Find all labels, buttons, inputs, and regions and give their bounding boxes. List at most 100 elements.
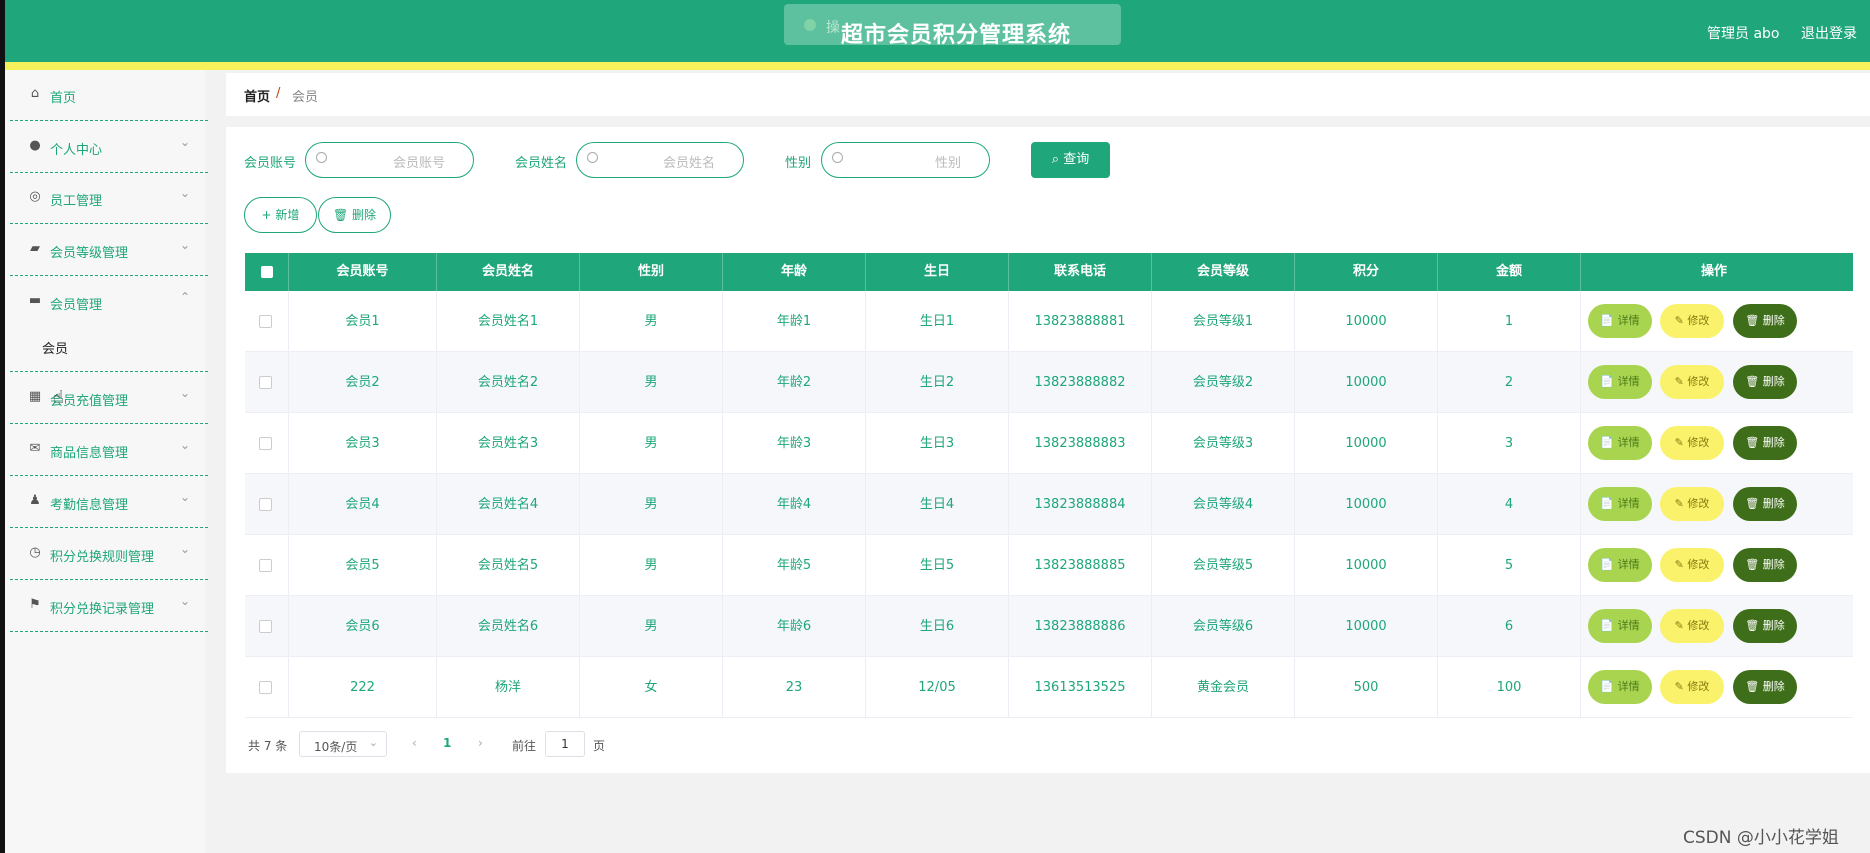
trash-icon: 🗑 bbox=[1745, 436, 1763, 449]
delete-button[interactable]: 🗑 删除 bbox=[1733, 304, 1797, 338]
table-cell: 会员3 bbox=[289, 413, 437, 474]
delete-button[interactable]: 🗑 删除 bbox=[1733, 609, 1797, 643]
search-icon bbox=[316, 152, 327, 163]
batch-delete-label: 删除 bbox=[352, 208, 377, 222]
breadcrumb-home[interactable]: 首页 bbox=[244, 86, 270, 105]
delete-button[interactable]: 🗑 删除 bbox=[1733, 365, 1797, 399]
delete-button[interactable]: 🗑 删除 bbox=[1733, 548, 1797, 582]
table-cell: 会员姓名6 bbox=[437, 596, 580, 657]
edit-button-label: 修改 bbox=[1687, 375, 1710, 388]
edit-button[interactable]: ✎ 修改 bbox=[1660, 304, 1724, 338]
next-page-button[interactable]: › bbox=[478, 736, 483, 750]
chevron-down-icon: ⌄ bbox=[179, 542, 190, 556]
sidebar-item-home[interactable]: ⌂ 首页 bbox=[10, 70, 208, 121]
table-cell: 年龄5 bbox=[723, 535, 866, 596]
delete-button[interactable]: 🗑 删除 bbox=[1733, 487, 1797, 521]
main-panel: 会员账号 会员账号 会员姓名 会员姓名 性别 性别 ⌕ 查询 + 新增 🗑 删除… bbox=[226, 127, 1870, 773]
table-cell: 10000 bbox=[1295, 352, 1438, 413]
sidebar-item-member-level[interactable]: ▰ 会员等级管理 ⌄ bbox=[10, 225, 208, 276]
document-icon: 📄 bbox=[1600, 680, 1618, 693]
edit-button[interactable]: ✎ 修改 bbox=[1660, 670, 1724, 704]
page-size-select[interactable]: 10条/页 ⌄ bbox=[299, 731, 387, 757]
sidebar-item-staff[interactable]: ◎ 员工管理 ⌄ bbox=[10, 173, 208, 224]
sidebar-item-exchange-rules[interactable]: ◷ 积分兑换规则管理 ⌄ bbox=[10, 529, 208, 580]
row-checkbox[interactable] bbox=[259, 376, 272, 389]
trash-icon: 🗑 bbox=[1745, 375, 1763, 388]
sidebar-item-label: 会员 bbox=[42, 342, 69, 357]
row-select-cell bbox=[245, 657, 289, 718]
logout-link[interactable]: 退出登录 bbox=[1801, 23, 1857, 43]
detail-button[interactable]: 📄 详情 bbox=[1588, 365, 1652, 399]
row-checkbox[interactable] bbox=[259, 559, 272, 572]
chevron-down-icon: ⌄ bbox=[368, 736, 378, 749]
detail-button-label: 详情 bbox=[1617, 314, 1640, 327]
chevron-down-icon: ⌄ bbox=[179, 438, 190, 452]
detail-button[interactable]: 📄 详情 bbox=[1588, 426, 1652, 460]
gender-search-input[interactable]: 性别 bbox=[821, 142, 990, 178]
delete-button[interactable]: 🗑 删除 bbox=[1733, 670, 1797, 704]
edit-button-label: 修改 bbox=[1687, 619, 1710, 632]
document-icon: 📄 bbox=[1600, 619, 1618, 632]
table-cell: 黄金会员 bbox=[1152, 657, 1295, 718]
sidebar-item-attendance[interactable]: ♟ 考勤信息管理 ⌄ bbox=[10, 477, 208, 528]
sidebar-item-exchange-records[interactable]: ⚑ 积分兑换记录管理 ⌄ bbox=[10, 581, 208, 632]
table-row: 会员4 会员姓名4 男年龄4 生日4 13823888884 会员等级4 10000 4 📄 详… bbox=[245, 474, 1853, 535]
table-cell: 会员2 bbox=[289, 352, 437, 413]
trash-icon: 🗑 bbox=[1745, 314, 1763, 327]
query-button-label: 查询 bbox=[1063, 152, 1090, 167]
edit-button[interactable]: ✎ 修改 bbox=[1660, 487, 1724, 521]
name-search-input[interactable]: 会员姓名 bbox=[576, 142, 744, 178]
flag-icon: ⚑ bbox=[29, 597, 41, 612]
delete-button-label: 删除 bbox=[1762, 436, 1785, 449]
table-cell: 10000 bbox=[1295, 413, 1438, 474]
sidebar-item-member-management[interactable]: ▬ 会员管理 ⌃ bbox=[10, 277, 208, 328]
sidebar-item-recharge[interactable]: ▦ 会员充值管理 ⌄ bbox=[10, 373, 208, 424]
edit-button[interactable]: ✎ 修改 bbox=[1660, 548, 1724, 582]
edit-button[interactable]: ✎ 修改 bbox=[1660, 426, 1724, 460]
table-cell: 1 bbox=[1438, 291, 1581, 352]
watermark: CSDN @小小花学姐 bbox=[1683, 828, 1839, 848]
prev-page-button[interactable]: ‹ bbox=[412, 736, 417, 750]
query-button[interactable]: ⌕ 查询 bbox=[1031, 142, 1110, 178]
row-checkbox[interactable] bbox=[259, 437, 272, 450]
page-number[interactable]: 1 bbox=[443, 736, 451, 750]
table-cell: 5 bbox=[1438, 535, 1581, 596]
table-cell: 12/05 bbox=[866, 657, 1009, 718]
table-cell: 男 bbox=[580, 291, 723, 352]
sidebar-subitem-member[interactable]: 会员 bbox=[10, 322, 208, 372]
batch-delete-button[interactable]: 🗑 删除 bbox=[318, 197, 391, 233]
detail-button[interactable]: 📄 详情 bbox=[1588, 487, 1652, 521]
detail-button[interactable]: 📄 详情 bbox=[1588, 548, 1652, 582]
row-checkbox[interactable] bbox=[259, 681, 272, 694]
table-cell: 会员等级2 bbox=[1152, 352, 1295, 413]
detail-button[interactable]: 📄 详情 bbox=[1588, 304, 1652, 338]
edit-button[interactable]: ✎ 修改 bbox=[1660, 365, 1724, 399]
check-circle-icon bbox=[804, 19, 816, 31]
add-button[interactable]: + 新增 bbox=[244, 197, 317, 233]
mail-icon: ✉ bbox=[29, 441, 41, 456]
table-cell: 男 bbox=[580, 596, 723, 657]
row-checkbox[interactable] bbox=[259, 498, 272, 511]
detail-button-label: 详情 bbox=[1617, 680, 1640, 693]
table-cell: 13613513525 bbox=[1009, 657, 1152, 718]
trash-icon: 🗑 bbox=[1745, 619, 1763, 632]
select-all-checkbox[interactable] bbox=[261, 266, 273, 278]
sidebar-item-products[interactable]: ✉ 商品信息管理 ⌄ bbox=[10, 425, 208, 476]
column-header: 会员账号 bbox=[289, 253, 437, 291]
table-cell: 生日2 bbox=[866, 352, 1009, 413]
detail-button[interactable]: 📄 详情 bbox=[1588, 609, 1652, 643]
pencil-icon: ✎ bbox=[1674, 375, 1688, 388]
row-checkbox[interactable] bbox=[259, 315, 272, 328]
plus-icon: + bbox=[261, 208, 276, 222]
row-select-cell bbox=[245, 596, 289, 657]
table-cell: 500 bbox=[1295, 657, 1438, 718]
detail-button[interactable]: 📄 详情 bbox=[1588, 670, 1652, 704]
app-title: 超市会员积分管理系统 bbox=[841, 23, 1072, 48]
goto-page-input[interactable]: 1 bbox=[545, 731, 585, 757]
delete-button-label: 删除 bbox=[1762, 680, 1785, 693]
edit-button[interactable]: ✎ 修改 bbox=[1660, 609, 1724, 643]
delete-button[interactable]: 🗑 删除 bbox=[1733, 426, 1797, 460]
row-checkbox[interactable] bbox=[259, 620, 272, 633]
sidebar-item-personal-center[interactable]: ● 个人中心 ⌄ bbox=[10, 122, 208, 173]
account-search-input[interactable]: 会员账号 bbox=[305, 142, 474, 178]
